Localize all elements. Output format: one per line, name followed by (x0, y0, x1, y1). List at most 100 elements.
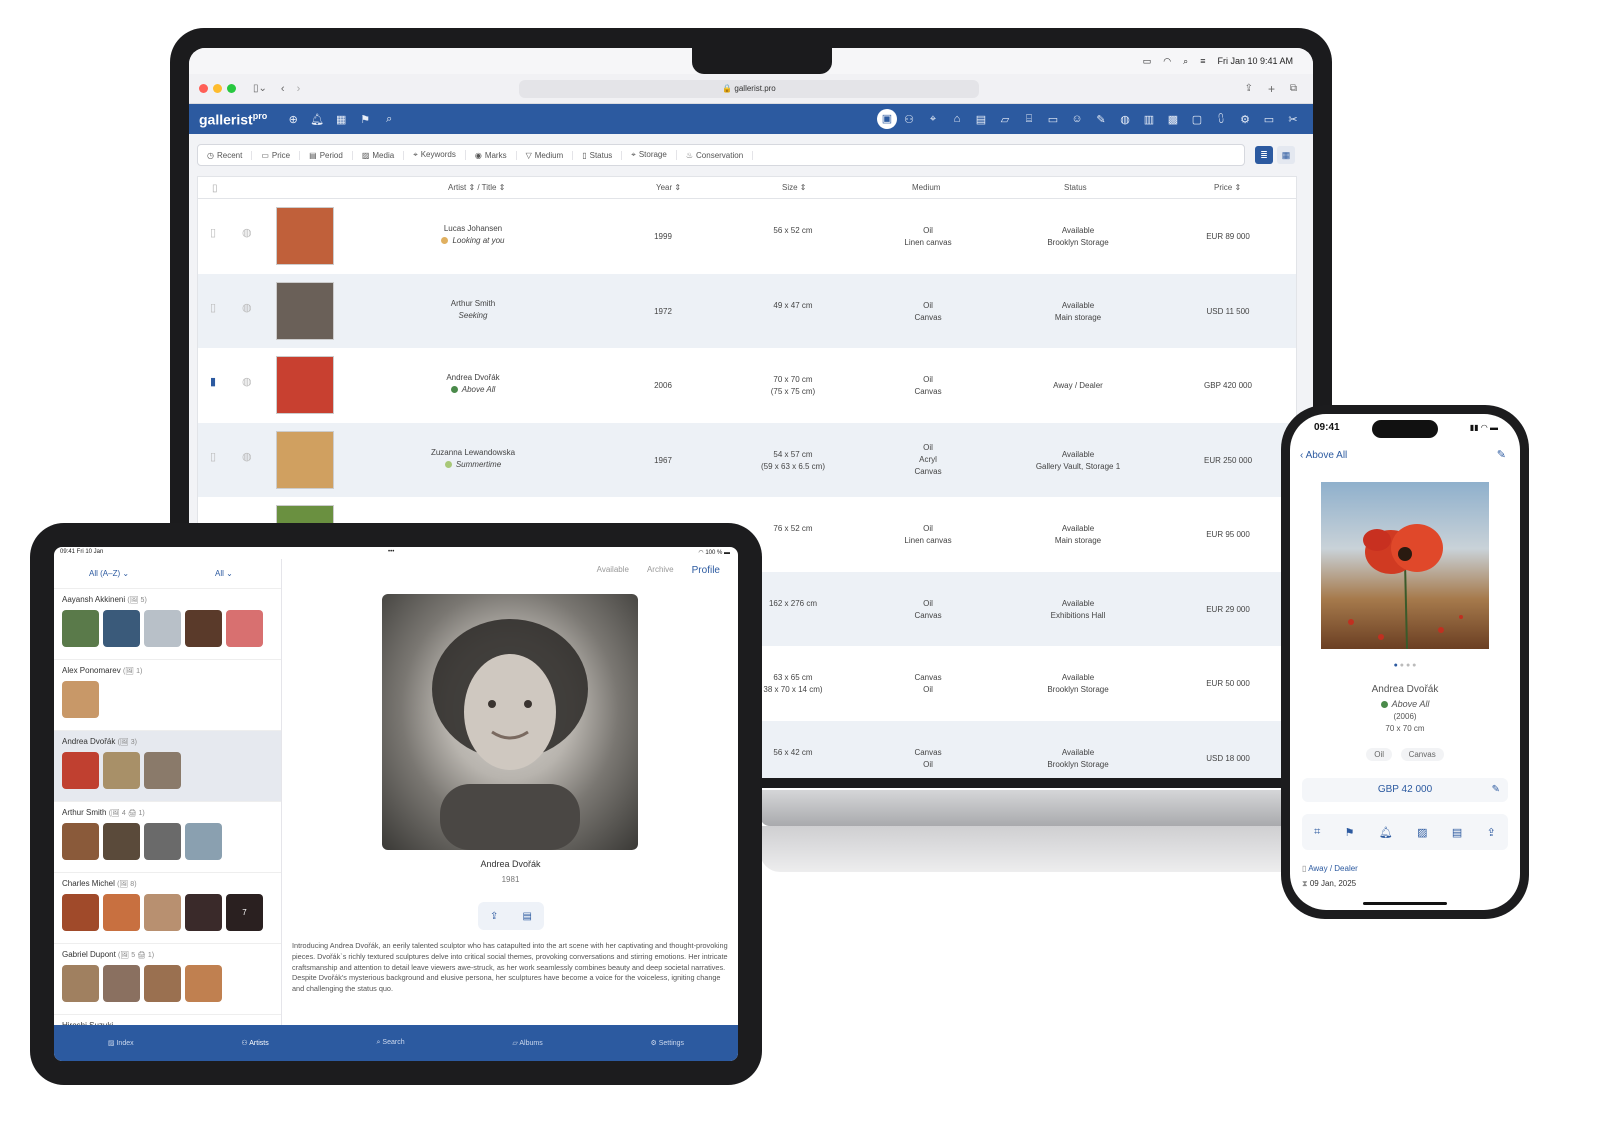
carousel-dots[interactable]: ● ● ● ● (1290, 662, 1520, 669)
table-row[interactable]: ▮ ◍ Andrea Dvořák Above All 2006 70 x 70… (198, 348, 1296, 423)
sort-dropdown[interactable]: All (A–Z) ⌄ (89, 569, 129, 578)
row-globe-icon[interactable]: ◍ (242, 227, 252, 239)
artist-thumbnail[interactable]: 7 (226, 894, 263, 931)
analytics-icon[interactable]: ⩇ (1209, 113, 1233, 126)
pdf-icon[interactable]: ▤ (1452, 826, 1462, 839)
artist-thumbnail[interactable] (62, 752, 99, 789)
zoom-window-button[interactable] (227, 84, 236, 93)
gallery-icon[interactable]: ▨ (1417, 826, 1427, 839)
artist-thumbnail[interactable] (144, 894, 181, 931)
scan-icon[interactable]: ⌗ (1314, 826, 1320, 839)
filter-6[interactable]: ▽ Medium (517, 150, 574, 160)
tabbar-item-index[interactable]: ▨ Index (108, 1039, 134, 1047)
grid-view-icon[interactable]: ▦ (1277, 146, 1295, 164)
artworks-icon[interactable]: ▣ (877, 109, 897, 129)
bookmark-icon[interactable]: ⚑ (1345, 826, 1355, 839)
row-bookmark-icon[interactable]: ▯ (210, 302, 216, 314)
artist-thumbnail[interactable] (185, 894, 222, 931)
tab-archive[interactable]: Archive (647, 565, 674, 576)
tabbar-item-albums[interactable]: ▱ Albums (512, 1039, 542, 1047)
library-icon[interactable]: ▥ (1137, 113, 1161, 126)
folder-icon[interactable]: ▱ (993, 113, 1017, 126)
filter-3[interactable]: ▨ Media (353, 150, 405, 160)
close-window-button[interactable] (199, 84, 208, 93)
col-size[interactable]: Size ⇕ (782, 183, 807, 192)
artist-thumbnail[interactable] (103, 752, 140, 789)
row-thumbnail[interactable] (276, 207, 334, 265)
location-icon[interactable]: ⌖ (921, 113, 945, 126)
artist-list-item[interactable]: Alex Ponomarev (🖼 1) (54, 660, 281, 731)
artist-thumbnail[interactable] (103, 894, 140, 931)
row-bookmark-icon[interactable]: ▯ (210, 451, 216, 463)
artist-thumbnail[interactable] (226, 610, 263, 647)
row-bookmark-icon[interactable]: ▯ (210, 227, 216, 239)
artists-icon[interactable]: ⚇ (897, 113, 921, 126)
artist-thumbnail[interactable] (144, 610, 181, 647)
add-icon[interactable]: ⊕ (281, 113, 305, 126)
globe-icon[interactable]: ◍ (1113, 113, 1137, 126)
tabbar-item-search[interactable]: ⌕ Search (377, 1039, 405, 1047)
artist-thumbnail[interactable] (185, 610, 222, 647)
minimize-window-button[interactable] (213, 84, 222, 93)
multitask-icon[interactable]: ••• (388, 549, 394, 555)
brush-icon[interactable]: ✎ (1089, 113, 1113, 126)
document-icon[interactable]: ▤ (969, 113, 993, 126)
artist-thumbnail[interactable] (103, 965, 140, 1002)
edit-price-icon[interactable]: ✎ (1492, 778, 1500, 802)
artist-thumbnail[interactable] (62, 681, 99, 718)
tabbar-item-artists[interactable]: ⚇ Artists (241, 1039, 268, 1047)
artist-thumbnail[interactable] (62, 965, 99, 1002)
user-icon[interactable]: ☺ (1065, 113, 1089, 125)
tab-available[interactable]: Available (597, 565, 629, 576)
tools-icon[interactable]: ✂ (1281, 113, 1305, 126)
edit-icon[interactable]: ✎ (1497, 448, 1506, 461)
tab-overview-icon[interactable]: ⧉ (1290, 83, 1297, 94)
table-row[interactable]: ▯ ◍ Zuzanna Lewandowska Summertime 1967 … (198, 422, 1296, 497)
col-price[interactable]: Price ⇕ (1214, 183, 1241, 192)
tab-profile[interactable]: Profile (692, 565, 720, 576)
filter-2[interactable]: ▤ Period (300, 150, 353, 160)
filter-8[interactable]: ⌖ Storage (622, 150, 677, 160)
new-tab-icon[interactable]: + (1268, 82, 1275, 96)
row-globe-icon[interactable]: ◍ (242, 376, 252, 388)
bell-icon[interactable]: 🔔︎ (305, 113, 329, 126)
row-bookmark-icon[interactable]: ▮ (210, 376, 216, 388)
contact-card-icon[interactable]: ▭ (1041, 113, 1065, 126)
artist-list-item[interactable]: Aayansh Akkineni (🖼 5) (54, 589, 281, 660)
settings-icon[interactable]: ⚙ (1233, 113, 1257, 126)
artist-list-item[interactable]: Andrea Dvořák (🖼 3) (54, 731, 281, 802)
calculator-icon[interactable]: ▩ (1161, 113, 1185, 126)
artist-list-item[interactable]: Arthur Smith (🖼 4 🖨 1) (54, 802, 281, 873)
tabbar-item-settings[interactable]: ⚙ Settings (651, 1039, 685, 1047)
bell-icon[interactable]: 🔔︎ (1379, 826, 1393, 839)
search-icon[interactable]: ⌕ (377, 113, 401, 126)
filter-dropdown[interactable]: All ⌄ (215, 569, 233, 578)
pdf-icon[interactable]: ▤ (523, 911, 532, 922)
artist-thumbnail[interactable] (144, 965, 181, 1002)
artist-thumbnail[interactable] (62, 610, 99, 647)
artist-thumbnail[interactable] (144, 823, 181, 860)
report-icon[interactable]: ▢ (1185, 113, 1209, 126)
col-year[interactable]: Year ⇕ (656, 183, 681, 192)
filter-5[interactable]: ◉ Marks (466, 150, 517, 160)
filter-1[interactable]: ▭ Price (252, 150, 301, 160)
row-thumbnail[interactable] (276, 281, 334, 340)
row-globe-icon[interactable]: ◍ (242, 451, 252, 463)
artist-thumbnail[interactable] (185, 965, 222, 1002)
artist-thumbnail[interactable] (62, 823, 99, 860)
app-logo[interactable]: galleristpro (199, 111, 267, 128)
artist-thumbnail[interactable] (144, 752, 181, 789)
calendar-icon[interactable]: ▦ (329, 113, 353, 126)
back-button[interactable]: ‹ Above All (1300, 450, 1347, 461)
artist-thumbnail[interactable] (103, 823, 140, 860)
share-icon[interactable]: ⇪ (1245, 83, 1253, 94)
storage-icon[interactable]: ⌂ (945, 113, 969, 125)
forward-icon[interactable]: › (297, 83, 301, 95)
row-thumbnail[interactable] (276, 356, 334, 414)
artist-thumbnail[interactable] (185, 823, 222, 860)
artist-list-item[interactable]: Gabriel Dupont (🖼 5 🖨 1) (54, 944, 281, 1015)
row-globe-icon[interactable]: ◍ (242, 302, 252, 314)
museum-icon[interactable]: ⌸ (1017, 113, 1041, 126)
table-row[interactable]: ▯ ◍ Lucas Johansen Looking at you 1999 5… (198, 199, 1296, 274)
share-icon[interactable]: ⇪ (490, 911, 498, 922)
